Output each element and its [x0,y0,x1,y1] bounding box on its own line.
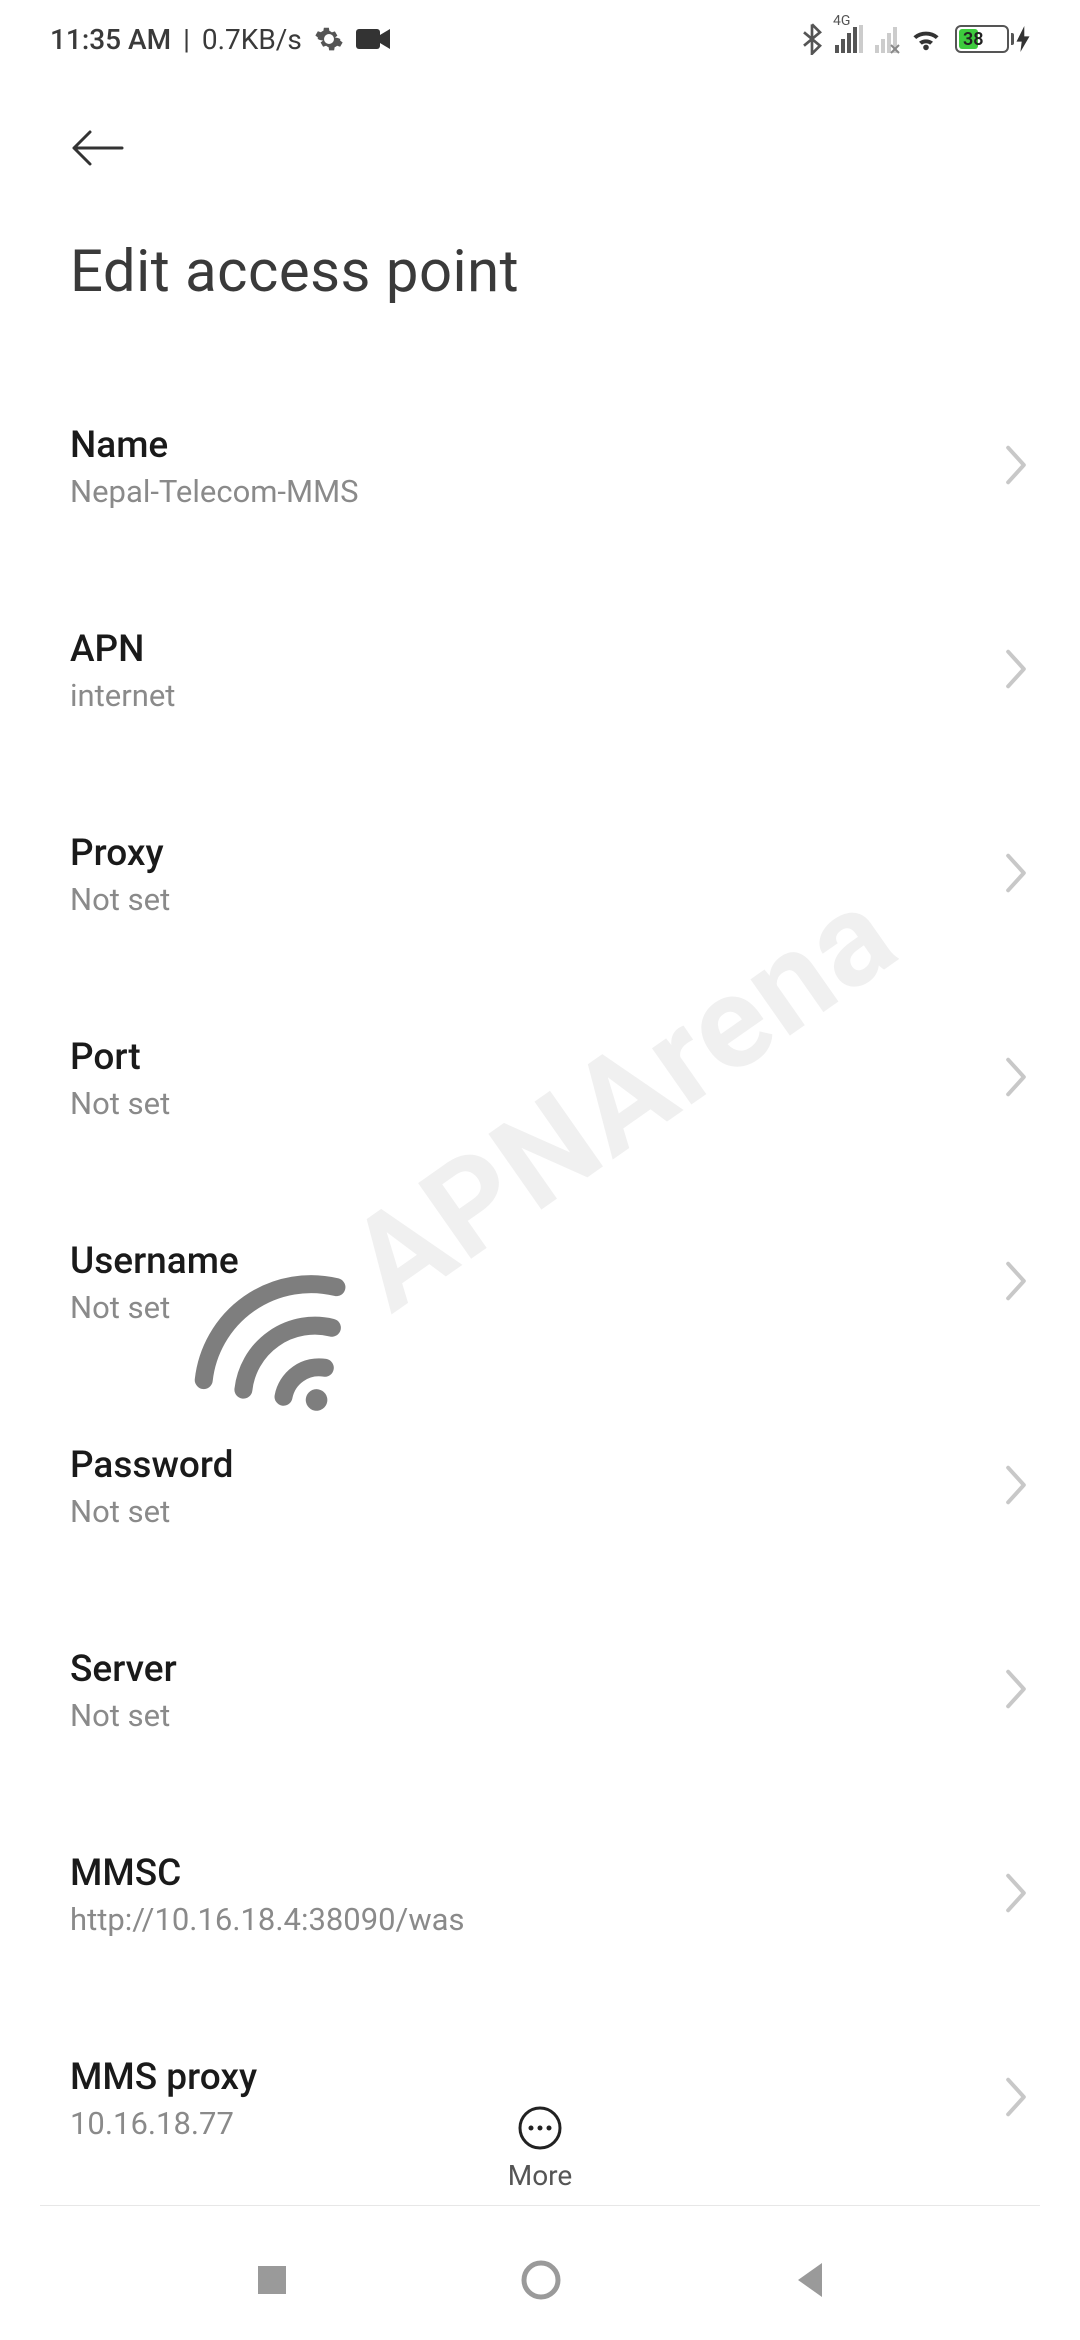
setting-value: Not set [70,881,170,918]
statusbar: 11:35 AM | 0.7KB/s 4G 38 [0,0,1080,78]
setting-row-server[interactable]: Server Not set [70,1610,1030,1772]
setting-row-name[interactable]: Name Nepal-Telecom-MMS [70,386,1030,548]
signal-nosim [875,25,897,53]
setting-label: Proxy [70,832,170,875]
signal-4g: 4G [835,25,863,53]
nav-recent-button[interactable] [254,2262,290,2298]
setting-label: MMS proxy [70,2056,257,2099]
setting-value: Not set [70,1085,170,1122]
wifi-status-icon [909,25,943,53]
setting-label: Username [70,1240,239,1283]
android-navbar [0,2220,1080,2340]
setting-value: Not set [70,1493,233,1530]
more-label: More [508,2159,573,2192]
setting-label: Port [70,1036,170,1079]
chevron-right-icon [1002,1463,1030,1511]
status-net-speed: 0.7KB/s [202,23,302,56]
divider [40,2205,1040,2206]
square-icon [254,2262,290,2298]
triangle-left-icon [792,2261,826,2299]
chevron-right-icon [1002,1871,1030,1919]
more-icon [517,2105,563,2151]
charging-icon [1016,26,1030,52]
setting-label: MMSC [70,1852,465,1895]
setting-label: APN [70,628,175,671]
setting-label: Server [70,1648,177,1691]
bluetooth-icon [801,23,823,55]
header: Edit access point [0,78,1080,306]
page-title: Edit access point [70,238,1030,306]
chevron-right-icon [1002,647,1030,695]
back-button[interactable] [70,118,130,178]
signal-badge-4g: 4G [833,13,850,29]
chevron-right-icon [1002,1259,1030,1307]
status-time: 11:35 AM [50,23,171,56]
battery-percent: 38 [963,29,984,50]
setting-value: Nepal-Telecom-MMS [70,473,359,510]
setting-value: http://10.16.18.4:38090/was [70,1901,465,1938]
setting-label: Name [70,424,359,467]
camera-icon [356,27,390,51]
setting-row-username[interactable]: Username Not set [70,1202,1030,1364]
chevron-right-icon [1002,1055,1030,1103]
circle-icon [519,2258,563,2302]
setting-row-mmsc[interactable]: MMSC http://10.16.18.4:38090/was [70,1814,1030,1976]
nav-back-button[interactable] [792,2261,826,2299]
nav-home-button[interactable] [519,2258,563,2302]
gear-icon [314,24,344,54]
setting-row-proxy[interactable]: Proxy Not set [70,794,1030,956]
setting-value: internet [70,677,175,714]
setting-row-port[interactable]: Port Not set [70,998,1030,1160]
chevron-right-icon [1002,443,1030,491]
chevron-right-icon [1002,1667,1030,1715]
setting-row-password[interactable]: Password Not set [70,1406,1030,1568]
chevron-right-icon [1002,851,1030,899]
more-button[interactable]: More [0,2105,1080,2192]
arrow-left-icon [70,128,124,168]
setting-row-apn[interactable]: APN internet [70,590,1030,752]
setting-value: Not set [70,1697,177,1734]
setting-value: Not set [70,1289,239,1326]
settings-list: Name Nepal-Telecom-MMS APN internet Prox… [0,306,1080,2180]
battery-indicator: 38 [955,25,1030,53]
setting-label: Password [70,1444,233,1487]
